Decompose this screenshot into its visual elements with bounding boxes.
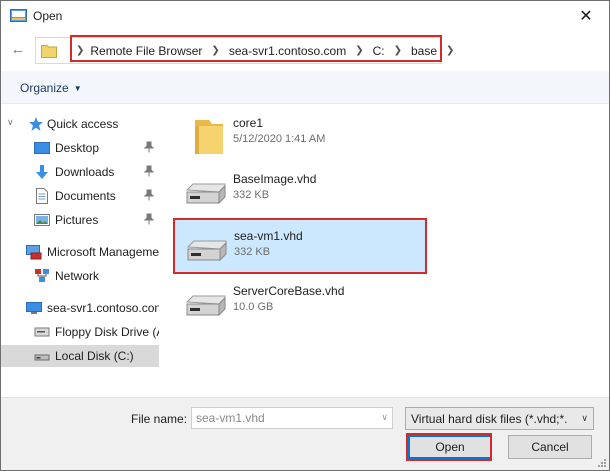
toolbar: Organize ▼	[1, 71, 609, 104]
file-name: ServerCoreBase.vhd	[233, 284, 345, 298]
breadcrumb-folder[interactable]: base	[411, 44, 437, 58]
floppy-drive-icon	[34, 327, 50, 337]
nav-label: Quick access	[47, 117, 119, 131]
pin-icon[interactable]	[144, 165, 154, 177]
file-meta: 332 KB	[234, 246, 271, 258]
chevron-right-icon[interactable]: ❯	[394, 45, 402, 56]
open-button-label: Open	[435, 440, 465, 454]
back-button[interactable]: ←	[9, 41, 27, 59]
nav-label: Documents	[55, 189, 116, 203]
nav-label: sea-svr1.contoso.con	[47, 301, 159, 315]
chevron-down-icon[interactable]: ∨	[381, 412, 388, 423]
resize-grip-icon[interactable]	[597, 458, 607, 468]
chevron-right-icon[interactable]: ❯	[355, 45, 363, 56]
file-name-combobox[interactable]: ∨	[191, 407, 393, 429]
breadcrumb-drive[interactable]: C:	[373, 44, 385, 58]
nav-label: Microsoft Manageme	[47, 245, 159, 259]
caret-down-icon: ▼	[73, 84, 82, 93]
open-button[interactable]: Open	[408, 435, 492, 459]
folder-icon	[41, 45, 57, 58]
cancel-button[interactable]: Cancel	[508, 435, 592, 459]
pin-icon[interactable]	[144, 141, 154, 153]
chevron-right-icon[interactable]: ❯	[446, 45, 454, 56]
file-type-dropdown[interactable]: Virtual hard disk files (*.vhd;*. ∨	[405, 407, 594, 430]
nav-label: Downloads	[55, 165, 115, 179]
pin-icon[interactable]	[144, 189, 154, 201]
file-meta: 332 KB	[233, 189, 270, 201]
file-name: BaseImage.vhd	[233, 172, 317, 186]
chevron-down-icon[interactable]: ∨	[7, 117, 14, 128]
address-bar[interactable]: ❯ Remote File Browser ❯ sea-svr1.contoso…	[35, 37, 454, 64]
network-share-icon	[26, 245, 42, 260]
open-dialog-icon	[10, 9, 27, 22]
computer-icon	[26, 302, 42, 314]
file-meta: 5/12/2020 1:41 AM	[233, 133, 326, 145]
navigation-row: ← ❯ Remote File Browser ❯ sea-svr1.conto…	[1, 32, 609, 68]
title-bar: Open ✕	[1, 1, 609, 31]
nav-item-server[interactable]: sea-svr1.contoso.con	[1, 297, 159, 319]
arrow-left-icon: ←	[10, 41, 26, 58]
list-item[interactable]: core1 5/12/2020 1:41 AM	[173, 106, 427, 162]
pin-icon[interactable]	[144, 213, 154, 225]
network-icon	[35, 269, 49, 282]
hard-disk-icon	[185, 295, 226, 317]
nav-label: Floppy Disk Drive (A	[55, 325, 159, 339]
file-meta: 10.0 GB	[233, 301, 274, 313]
breadcrumb: ❯ Remote File Browser ❯ sea-svr1.contoso…	[76, 38, 463, 63]
folder-icon	[195, 120, 223, 154]
file-name: sea-vm1.vhd	[234, 229, 303, 243]
dialog-footer: File name: ∨ Virtual hard disk files (*.…	[1, 397, 609, 470]
desktop-icon	[34, 142, 50, 154]
chevron-right-icon[interactable]: ❯	[211, 45, 219, 56]
nav-label: Local Disk (C:)	[55, 349, 134, 363]
nav-item-documents[interactable]: Documents	[1, 185, 159, 207]
nav-item-downloads[interactable]: Downloads	[1, 161, 159, 183]
nav-item-network[interactable]: Network	[1, 265, 159, 287]
drive-icon	[34, 354, 50, 361]
hard-disk-icon	[186, 240, 227, 262]
organize-label: Organize	[20, 81, 69, 95]
close-button[interactable]: ✕	[563, 1, 609, 31]
list-item[interactable]: sea-vm1.vhd 332 KB	[173, 218, 427, 274]
organize-button[interactable]: Organize ▼	[20, 81, 82, 95]
nav-item-quick-access[interactable]: ∨ Quick access	[1, 113, 159, 135]
nav-label: Network	[55, 269, 100, 283]
close-icon: ✕	[579, 8, 593, 25]
nav-item-floppy[interactable]: Floppy Disk Drive (A	[1, 321, 159, 343]
navigation-pane: ∨ Quick access Desktop Downloads Documen…	[1, 105, 159, 397]
list-item[interactable]: ServerCoreBase.vhd 10.0 GB	[173, 274, 427, 330]
document-icon	[36, 188, 48, 204]
file-list: core1 5/12/2020 1:41 AM BaseImage.vhd 33…	[165, 105, 609, 397]
file-name-field[interactable]	[192, 408, 374, 428]
chevron-right-icon[interactable]: ❯	[76, 45, 84, 56]
nav-item-local-disk[interactable]: Local Disk (C:)	[1, 345, 159, 367]
window-title: Open	[33, 9, 63, 23]
open-dialog: Open ✕ ← ❯ Remote File Browser ❯ sea-svr…	[0, 0, 610, 471]
nav-label: Pictures	[55, 213, 99, 227]
nav-item-pictures[interactable]: Pictures	[1, 209, 159, 231]
list-item[interactable]: BaseImage.vhd 332 KB	[173, 162, 427, 218]
nav-item-microsoft-management[interactable]: Microsoft Manageme	[1, 241, 159, 263]
chevron-down-icon: ∨	[581, 413, 588, 423]
nav-item-desktop[interactable]: Desktop	[1, 137, 159, 159]
file-name: core1	[233, 116, 264, 130]
breadcrumb-server[interactable]: sea-svr1.contoso.com	[229, 44, 346, 58]
download-arrow-icon	[36, 165, 48, 179]
star-icon	[29, 117, 43, 131]
cancel-button-label: Cancel	[531, 440, 569, 454]
nav-label: Desktop	[55, 141, 100, 155]
pictures-icon	[34, 214, 50, 226]
hard-disk-icon	[185, 183, 226, 205]
breadcrumb-remote-file-browser[interactable]: Remote File Browser	[90, 44, 202, 58]
file-type-value: Virtual hard disk files (*.vhd;*.	[411, 412, 568, 426]
file-name-label: File name:	[131, 412, 188, 426]
